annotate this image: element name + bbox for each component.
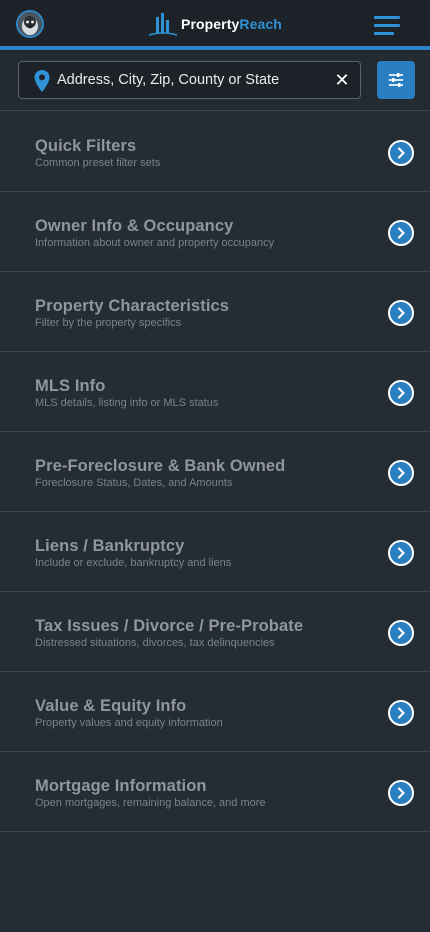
- chevron-right-icon[interactable]: [388, 780, 414, 806]
- search-box[interactable]: ✕: [18, 61, 361, 99]
- filter-category-row[interactable]: Pre-Foreclosure & Bank Owned Foreclosure…: [0, 432, 430, 512]
- filter-category-title: Property Characteristics: [35, 297, 230, 315]
- filter-category-title: Owner Info & Occupancy: [35, 217, 234, 235]
- chevron-right-glyph: [397, 467, 405, 479]
- chevron-right-glyph: [397, 307, 405, 319]
- app-root: PropertyReach ✕: [0, 0, 430, 932]
- hamburger-menu-icon[interactable]: [374, 14, 404, 36]
- filter-category-row[interactable]: Liens / Bankruptcy Include or exclude, b…: [0, 512, 430, 592]
- chevron-right-glyph: [397, 147, 405, 159]
- top-header: PropertyReach: [0, 0, 430, 46]
- close-icon[interactable]: ✕: [331, 69, 353, 91]
- menu-line-1: [374, 16, 400, 19]
- filter-category-subtitle: Open mortgages, remaining balance, and m…: [35, 797, 266, 809]
- filter-category-subtitle: Information about owner and property occ…: [35, 237, 275, 249]
- filter-category-title: MLS Info: [35, 377, 106, 395]
- sliders-icon: [389, 73, 403, 87]
- filter-category-title: Mortgage Information: [35, 777, 207, 795]
- chevron-right-icon[interactable]: [388, 300, 414, 326]
- brand-name: PropertyReach: [181, 16, 282, 32]
- chevron-right-glyph: [397, 707, 405, 719]
- search-input[interactable]: [57, 62, 327, 98]
- filter-category-subtitle: Include or exclude, bankruptcy and liens: [35, 557, 232, 569]
- menu-line-3: [374, 32, 394, 35]
- chevron-right-icon[interactable]: [388, 220, 414, 246]
- chevron-right-glyph: [397, 627, 405, 639]
- location-pin-icon: [34, 70, 50, 92]
- chevron-right-icon[interactable]: [388, 700, 414, 726]
- filter-category-title: Pre-Foreclosure & Bank Owned: [35, 457, 286, 475]
- filter-category-subtitle: Common preset filter sets: [35, 157, 161, 169]
- avatar[interactable]: [16, 10, 44, 38]
- chevron-right-icon[interactable]: [388, 620, 414, 646]
- filter-category-subtitle: Filter by the property specifics: [35, 317, 182, 329]
- chevron-right-icon[interactable]: [388, 460, 414, 486]
- building-logo-icon: [148, 13, 178, 36]
- filter-settings-button[interactable]: [377, 61, 415, 99]
- filter-category-subtitle: MLS details, listing info or MLS status: [35, 397, 219, 409]
- filter-category-subtitle: Distressed situations, divorces, tax del…: [35, 637, 275, 649]
- chevron-right-glyph: [397, 547, 405, 559]
- brand-name-part2: Reach: [239, 16, 282, 32]
- filter-category-subtitle: Foreclosure Status, Dates, and Amounts: [35, 477, 233, 489]
- filter-category-row[interactable]: Value & Equity Info Property values and …: [0, 672, 430, 752]
- brand-name-part1: Property: [181, 16, 240, 32]
- filter-category-list: Quick Filters Common preset filter sets …: [0, 112, 430, 832]
- chevron-right-glyph: [397, 387, 405, 399]
- filter-category-subtitle: Property values and equity information: [35, 717, 223, 729]
- filter-category-title: Value & Equity Info: [35, 697, 187, 715]
- filter-category-title: Liens / Bankruptcy: [35, 537, 185, 555]
- filter-category-row[interactable]: Property Characteristics Filter by the p…: [0, 272, 430, 352]
- search-row: ✕: [0, 50, 430, 111]
- menu-line-2: [374, 24, 400, 27]
- brand-logo[interactable]: PropertyReach: [148, 11, 282, 37]
- filter-category-title: Quick Filters: [35, 137, 137, 155]
- chevron-right-icon[interactable]: [388, 540, 414, 566]
- chevron-right-icon[interactable]: [388, 140, 414, 166]
- avatar-image: [18, 12, 42, 36]
- chevron-right-glyph: [397, 227, 405, 239]
- chevron-right-glyph: [397, 787, 405, 799]
- filter-category-row[interactable]: MLS Info MLS details, listing info or ML…: [0, 352, 430, 432]
- filter-category-row[interactable]: Tax Issues / Divorce / Pre-Probate Distr…: [0, 592, 430, 672]
- filter-category-row[interactable]: Quick Filters Common preset filter sets: [0, 112, 430, 192]
- filter-category-title: Tax Issues / Divorce / Pre-Probate: [35, 617, 304, 635]
- filter-category-row[interactable]: Owner Info & Occupancy Information about…: [0, 192, 430, 272]
- filter-category-row[interactable]: Mortgage Information Open mortgages, rem…: [0, 752, 430, 832]
- chevron-right-icon[interactable]: [388, 380, 414, 406]
